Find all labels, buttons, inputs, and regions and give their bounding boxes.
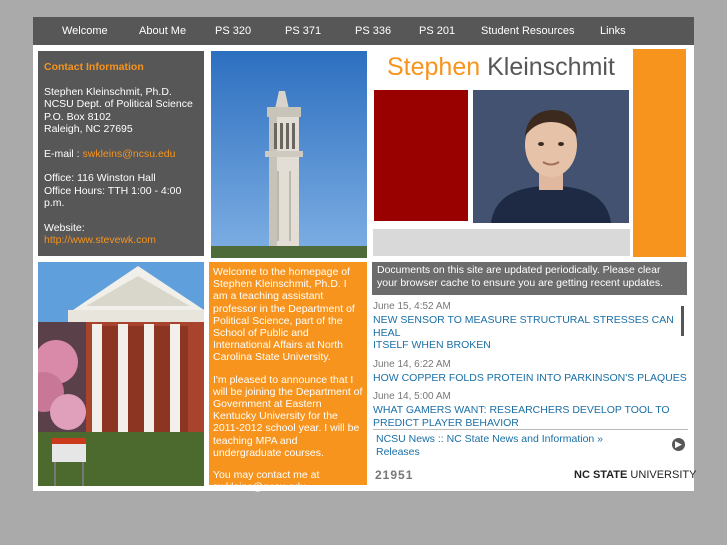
news-headline-link[interactable]: How copper folds protein into Parkinson'… xyxy=(373,372,688,385)
arrow-right-icon[interactable]: ▶ xyxy=(672,438,685,451)
list-item: June 14, 5:00 AM What gamers want: Resea… xyxy=(373,390,688,429)
contact-name: Stephen Kleinschmit, Ph.D. xyxy=(44,85,172,98)
news-headline-link[interactable]: What gamers want: Researchers develop to… xyxy=(373,404,688,429)
contact-office: Office: 116 Winston Hall xyxy=(44,172,156,184)
email-label: E-mail : xyxy=(44,147,83,160)
contact-heading: Contact Information xyxy=(44,61,144,73)
nav-ps320[interactable]: PS 320 xyxy=(215,17,251,45)
ncsu-logo[interactable]: NC STATE UNIVERSITY xyxy=(574,469,696,481)
contact-city: Raleigh, NC 27695 xyxy=(44,123,133,135)
list-item: June 14, 6:22 AM How copper folds protei… xyxy=(373,358,688,385)
news-scrollbar[interactable] xyxy=(681,306,684,336)
nav-welcome[interactable]: Welcome xyxy=(62,17,108,45)
update-notice: Documents on this site are updated perio… xyxy=(372,262,687,295)
site-title-first: Stephen xyxy=(387,53,481,81)
news-headline-link[interactable]: New sensor to measure structural stresse… xyxy=(373,314,688,352)
contact-dept: NCSU Dept. of Political Science xyxy=(44,98,193,110)
contact-box: P.O. Box 8102 xyxy=(44,110,111,123)
news-date: June 14, 6:22 AM xyxy=(373,358,451,370)
gray-accent-bar xyxy=(373,229,630,256)
nav-ps371[interactable]: PS 371 xyxy=(285,17,321,45)
nav-about-me[interactable]: About Me xyxy=(139,17,186,45)
portrait-photo xyxy=(473,90,629,223)
top-nav: Welcome About Me PS 320 PS 371 PS 336 PS… xyxy=(33,17,694,45)
maroon-accent-block xyxy=(374,90,468,221)
nav-ps201[interactable]: PS 201 xyxy=(419,17,455,45)
welcome-panel: Welcome to the homepage of Stephen Klein… xyxy=(209,262,367,493)
list-item: June 15, 4:52 AM New sensor to measure s… xyxy=(373,300,688,352)
visit-counter: 21951 xyxy=(375,468,414,482)
site-title: Stephen Kleinschmit xyxy=(387,53,615,81)
ncsu-logo-bold: NC STATE xyxy=(574,469,628,481)
website-link[interactable]: http://www.stevewk.com xyxy=(44,234,198,247)
news-feed: June 15, 4:52 AM New sensor to measure s… xyxy=(373,300,688,435)
nav-links[interactable]: Links xyxy=(600,17,626,45)
feed-source-link[interactable]: NCSU News :: NC State News and Informati… xyxy=(376,433,646,458)
feed-footer: NCSU News :: NC State News and Informati… xyxy=(373,429,688,460)
contact-email-row: E-mail : swkleins@ncsu.edu xyxy=(44,148,198,161)
contact-panel: Contact Information Stephen Kleinschmit,… xyxy=(38,51,204,256)
building-photo xyxy=(38,262,204,486)
nav-ps336[interactable]: PS 336 xyxy=(355,17,391,45)
news-date: June 15, 4:52 AM xyxy=(373,301,451,312)
site-title-last: Kleinschmit xyxy=(487,53,615,81)
welcome-paragraph-2: I'm pleased to announce that I will be j… xyxy=(213,373,363,459)
orange-accent-bar xyxy=(633,49,686,257)
news-date: June 14, 5:00 AM xyxy=(373,391,451,402)
ncsu-logo-rest: UNIVERSITY xyxy=(627,469,697,481)
bell-tower-photo xyxy=(211,51,367,258)
email-link[interactable]: swkleins@ncsu.edu xyxy=(83,148,176,160)
website-label: Website: xyxy=(44,221,85,234)
contact-hours: Office Hours: TTH 1:00 - 4:00 p.m. xyxy=(44,184,182,210)
page: Welcome About Me PS 320 PS 371 PS 336 PS… xyxy=(33,17,696,493)
nav-student-resources[interactable]: Student Resources xyxy=(481,17,575,45)
welcome-paragraph-1: Welcome to the homepage of Stephen Klein… xyxy=(213,266,355,364)
welcome-paragraph-3: You may contact me at swkleins@ncsu.edu xyxy=(213,469,320,494)
